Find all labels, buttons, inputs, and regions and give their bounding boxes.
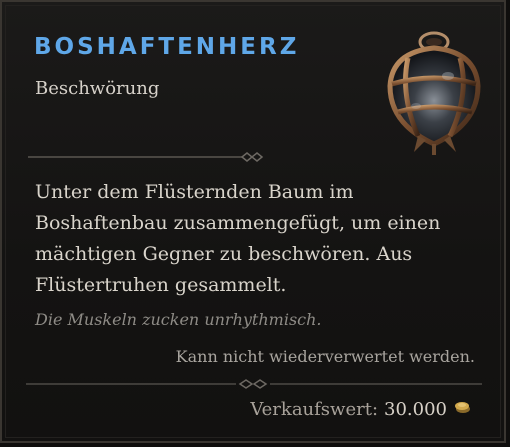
salvage-note: Kann nicht wiederverwertet werden. [175, 347, 475, 366]
item-type: Beschwörung [35, 78, 160, 99]
gold-coin-icon [453, 399, 471, 420]
item-name: BOSHAFTENHERZ [34, 34, 300, 60]
cage-heart-icon [378, 24, 488, 156]
sell-value-row: Verkaufswert: 30.000 [250, 399, 471, 420]
sell-value-label: Verkaufswert: [250, 399, 379, 420]
divider-top [28, 150, 268, 164]
item-tooltip: BOSHAFTENHERZ Beschwörung Unter dem Flüs… [0, 0, 506, 443]
sell-value-amount: 30.000 [384, 399, 447, 420]
item-flavor-text: Die Muskeln zucken unrhythmisch. [35, 310, 322, 329]
divider-bottom [26, 377, 482, 391]
item-description: Unter dem Flüsternden Baum im Boshaftenb… [35, 181, 441, 296]
